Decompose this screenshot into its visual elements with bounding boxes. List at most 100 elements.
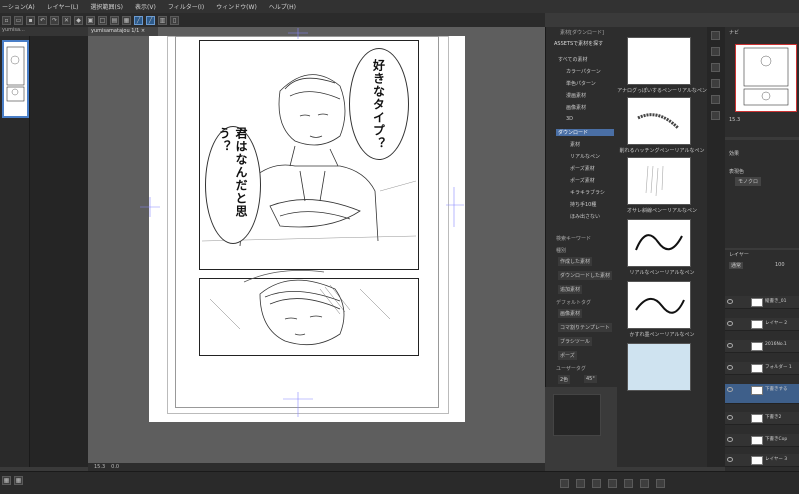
- tree-item-sozai[interactable]: 素材: [570, 141, 580, 148]
- strip-icon-1[interactable]: [711, 31, 720, 40]
- snap-ruler-icon[interactable]: ╱: [134, 15, 143, 25]
- type-added[interactable]: 追加素材: [558, 285, 583, 294]
- material-thumb-5[interactable]: [627, 281, 691, 329]
- material-thumb-3[interactable]: [627, 157, 691, 205]
- layer-row[interactable]: フォルダー 1: [725, 362, 799, 375]
- tree-item-mono-pattern[interactable]: 単色パターン: [566, 80, 596, 87]
- add-page-icon[interactable]: ▦: [2, 476, 11, 485]
- material-tool-1-icon[interactable]: [560, 479, 569, 488]
- menu-bar: ーション(A) レイヤー(L) 選択範囲(S) 表示(V) フィルター(I) ウ…: [0, 0, 799, 13]
- ruler-icon[interactable]: ▥: [158, 15, 167, 25]
- page-settings-icon[interactable]: ▦: [14, 476, 23, 485]
- page-manager-tab[interactable]: yumisa...: [0, 27, 88, 36]
- user-tag-45deg[interactable]: 45°: [584, 375, 597, 383]
- type-downloaded[interactable]: ダウンロードした素材: [558, 271, 613, 280]
- user-tag-2color[interactable]: 2色: [558, 375, 571, 384]
- eye-icon[interactable]: [727, 299, 733, 304]
- layer-thumb: [751, 342, 763, 351]
- strip-icon-5[interactable]: [711, 95, 720, 104]
- type-created[interactable]: 作成した素材: [558, 257, 593, 266]
- layer-row[interactable]: 2016No.1: [725, 340, 799, 353]
- tag-pose[interactable]: ポーズ: [558, 351, 577, 360]
- tree-item-nooverflow[interactable]: ほみ出さない: [570, 213, 600, 220]
- transform-icon[interactable]: ▣: [86, 15, 95, 25]
- navigator-preview[interactable]: [735, 44, 797, 112]
- page-thumbnail[interactable]: [2, 40, 29, 118]
- open-icon[interactable]: ▭: [14, 15, 23, 25]
- layer-row[interactable]: レイヤー 2: [725, 318, 799, 331]
- opacity-value[interactable]: 100: [775, 262, 785, 268]
- layer-row-selected[interactable]: 下書きする: [725, 384, 799, 404]
- search-keyword-label[interactable]: 検索キーワード: [556, 235, 591, 242]
- menu-animation[interactable]: ーション(A): [2, 2, 35, 11]
- clear-icon[interactable]: ✕: [62, 15, 71, 25]
- layer-row[interactable]: レイヤー 3: [725, 454, 799, 467]
- material-tool-5-icon[interactable]: [624, 479, 633, 488]
- layer-property-panel: 効果 表現色 モノクロ: [725, 140, 799, 248]
- layer-row[interactable]: 縦書き_01: [725, 296, 799, 309]
- eye-icon[interactable]: [727, 365, 733, 370]
- material-thumb-2[interactable]: [627, 97, 691, 145]
- tag-image[interactable]: 画像素材: [558, 309, 583, 318]
- new-icon[interactable]: ▫: [2, 15, 11, 25]
- tree-item-color-pattern[interactable]: カラーパターン: [566, 68, 601, 75]
- device-icon[interactable]: ▯: [170, 15, 179, 25]
- tree-item-3d[interactable]: 3D: [566, 116, 573, 122]
- tag-frame-template[interactable]: コマ割りテンプレート: [558, 323, 612, 332]
- tree-item-pose[interactable]: ポーズ素材: [570, 165, 595, 172]
- undo-icon[interactable]: ↶: [38, 15, 47, 25]
- tree-item-manga[interactable]: 漫画素材: [566, 92, 586, 99]
- material-tool-2-icon[interactable]: [576, 479, 585, 488]
- save-icon[interactable]: ▪: [26, 15, 35, 25]
- material-label-3: オサレ斜線ペンーリアルなペン: [627, 208, 697, 214]
- eye-icon[interactable]: [727, 457, 733, 462]
- eye-icon[interactable]: [727, 343, 733, 348]
- menu-window[interactable]: ウィンドウ(W): [216, 2, 257, 11]
- strip-icon-3[interactable]: [711, 63, 720, 72]
- layer-row[interactable]: 下書きCop: [725, 434, 799, 447]
- color-mode-select[interactable]: モノクロ: [735, 177, 762, 186]
- material-tool-3-icon[interactable]: [592, 479, 601, 488]
- deselect-icon[interactable]: □: [98, 15, 107, 25]
- menu-layer[interactable]: レイヤー(L): [47, 2, 79, 11]
- eye-icon[interactable]: [727, 321, 733, 326]
- strip-icon-4[interactable]: [711, 79, 720, 88]
- layer-tab[interactable]: レイヤー: [729, 251, 749, 258]
- snap-special-icon[interactable]: ╱: [146, 15, 155, 25]
- layer-thumb: [751, 456, 763, 465]
- menu-selection[interactable]: 選択範囲(S): [91, 2, 124, 11]
- tag-brush[interactable]: ブラシツール: [558, 337, 592, 346]
- strip-icon-6[interactable]: [711, 111, 720, 120]
- material-tool-7-icon[interactable]: [656, 479, 665, 488]
- layer-row[interactable]: 下書き2: [725, 412, 799, 425]
- grid-icon[interactable]: ▦: [122, 15, 131, 25]
- tree-item-hands[interactable]: 持ち手10種: [570, 201, 596, 208]
- material-tool-4-icon[interactable]: [608, 479, 617, 488]
- menu-view[interactable]: 表示(V): [135, 2, 156, 11]
- angle-value[interactable]: 0.0: [111, 464, 119, 470]
- tree-item-image[interactable]: 画像素材: [566, 104, 586, 111]
- eye-icon[interactable]: [727, 415, 733, 420]
- invert-icon[interactable]: ▤: [110, 15, 119, 25]
- tree-item-realpen[interactable]: リアルなペン: [570, 153, 600, 160]
- menu-help[interactable]: ヘルプ(H): [269, 2, 296, 11]
- material-tool-6-icon[interactable]: [640, 479, 649, 488]
- fill-icon[interactable]: ◆: [74, 15, 83, 25]
- material-thumb-1[interactable]: [627, 37, 691, 85]
- assets-search-link[interactable]: ASSETSで素材を探す: [554, 40, 603, 47]
- menu-filter[interactable]: フィルター(I): [168, 2, 204, 11]
- material-thumb-4[interactable]: [627, 219, 691, 267]
- eye-icon[interactable]: [727, 387, 733, 392]
- eye-icon[interactable]: [727, 437, 733, 442]
- redo-icon[interactable]: ↷: [50, 15, 59, 25]
- material-thumb-6[interactable]: [627, 343, 691, 391]
- tree-item-all[interactable]: すべての素材: [558, 56, 587, 63]
- navigator-zoom[interactable]: 15.3: [729, 117, 740, 123]
- tree-item-sparkle[interactable]: キラキラブラシ: [570, 189, 605, 196]
- blend-mode-select[interactable]: 通常: [729, 262, 744, 269]
- strip-icon-2[interactable]: [711, 47, 720, 56]
- zoom-value[interactable]: 15.3: [94, 464, 105, 470]
- tree-item-download[interactable]: ダウンロード: [556, 129, 614, 136]
- tree-item-pose-2[interactable]: ポーズ素材: [570, 177, 595, 184]
- navigator-tab[interactable]: ナビ: [729, 29, 739, 36]
